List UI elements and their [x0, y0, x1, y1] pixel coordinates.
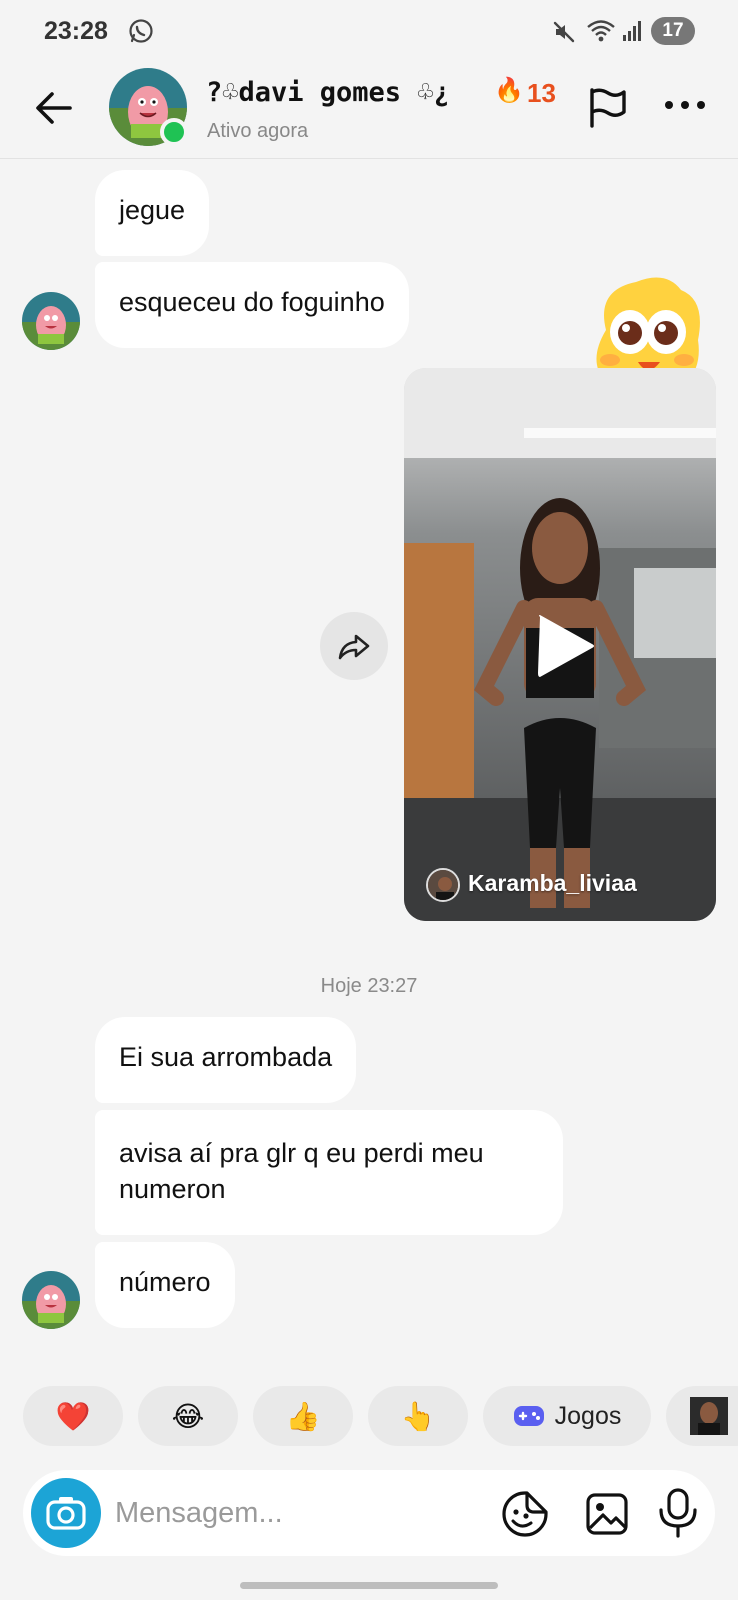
- back-arrow-icon[interactable]: [30, 84, 78, 132]
- online-status-dot: [160, 118, 188, 146]
- quick-replies-row: ❤️ 😂 👍 👆 Jogos: [0, 1386, 738, 1446]
- home-indicator[interactable]: [240, 1582, 498, 1589]
- message-composer: [23, 1470, 715, 1556]
- message-bubble[interactable]: esqueceu do foguinho: [95, 262, 409, 348]
- games-button[interactable]: Jogos: [483, 1386, 651, 1446]
- signal-icon: [623, 21, 641, 41]
- play-icon[interactable]: [534, 613, 596, 679]
- video-author-avatar: [426, 868, 460, 902]
- quick-reply-thumbs-up[interactable]: 👍: [253, 1386, 353, 1446]
- message-bubble[interactable]: avisa aí pra glr q eu perdi meu numeron: [95, 1110, 563, 1235]
- gallery-icon[interactable]: [583, 1490, 631, 1538]
- fire-streak-icon: 🔥: [494, 77, 524, 104]
- message-input[interactable]: [115, 1490, 485, 1536]
- sender-avatar[interactable]: [22, 292, 80, 350]
- battery-indicator: 17: [651, 17, 695, 45]
- mute-icon: [553, 21, 575, 43]
- camera-icon: [46, 1497, 86, 1530]
- message-timestamp: Hoje 23:27: [320, 975, 418, 997]
- games-label: Jogos: [554, 1401, 622, 1430]
- share-button[interactable]: [320, 612, 388, 680]
- message-bubble[interactable]: Ei sua arrombada: [95, 1017, 357, 1103]
- chat-header: ?♧davi gomes ♧¿ 🔥 13 Ativo agora: [0, 64, 738, 159]
- shared-video-card[interactable]: Karamba_liviaa: [404, 368, 716, 921]
- contact-activity-status: Ativo agora: [207, 120, 309, 142]
- quick-reply-laugh[interactable]: 😂: [138, 1386, 238, 1446]
- gamepad-icon: [513, 1406, 544, 1426]
- contact-name[interactable]: ?♧davi gomes ♧¿: [206, 77, 450, 108]
- more-options-icon[interactable]: [662, 90, 708, 120]
- streak-count: 13: [527, 78, 556, 108]
- message-bubble[interactable]: jegue: [95, 170, 210, 256]
- flag-icon[interactable]: [584, 84, 630, 130]
- status-bar: 23:28 17: [0, 0, 738, 64]
- sender-avatar[interactable]: [22, 1271, 80, 1329]
- quick-reply-sticker[interactable]: [666, 1386, 738, 1446]
- message-bubble[interactable]: número: [95, 1242, 235, 1328]
- share-arrow-icon: [338, 634, 370, 660]
- wifi-icon: [587, 20, 615, 42]
- microphone-icon[interactable]: [655, 1488, 701, 1538]
- sticker-icon[interactable]: [501, 1490, 549, 1538]
- sticker-thumbnail-icon: [690, 1397, 728, 1435]
- status-time: 23:28: [44, 17, 108, 45]
- video-author-name[interactable]: Karamba_liviaa: [468, 870, 637, 897]
- quick-reply-point-up[interactable]: 👆: [368, 1386, 468, 1446]
- camera-button[interactable]: [31, 1478, 101, 1548]
- whatsapp-icon: [129, 19, 153, 43]
- quick-reply-heart[interactable]: ❤️: [23, 1386, 123, 1446]
